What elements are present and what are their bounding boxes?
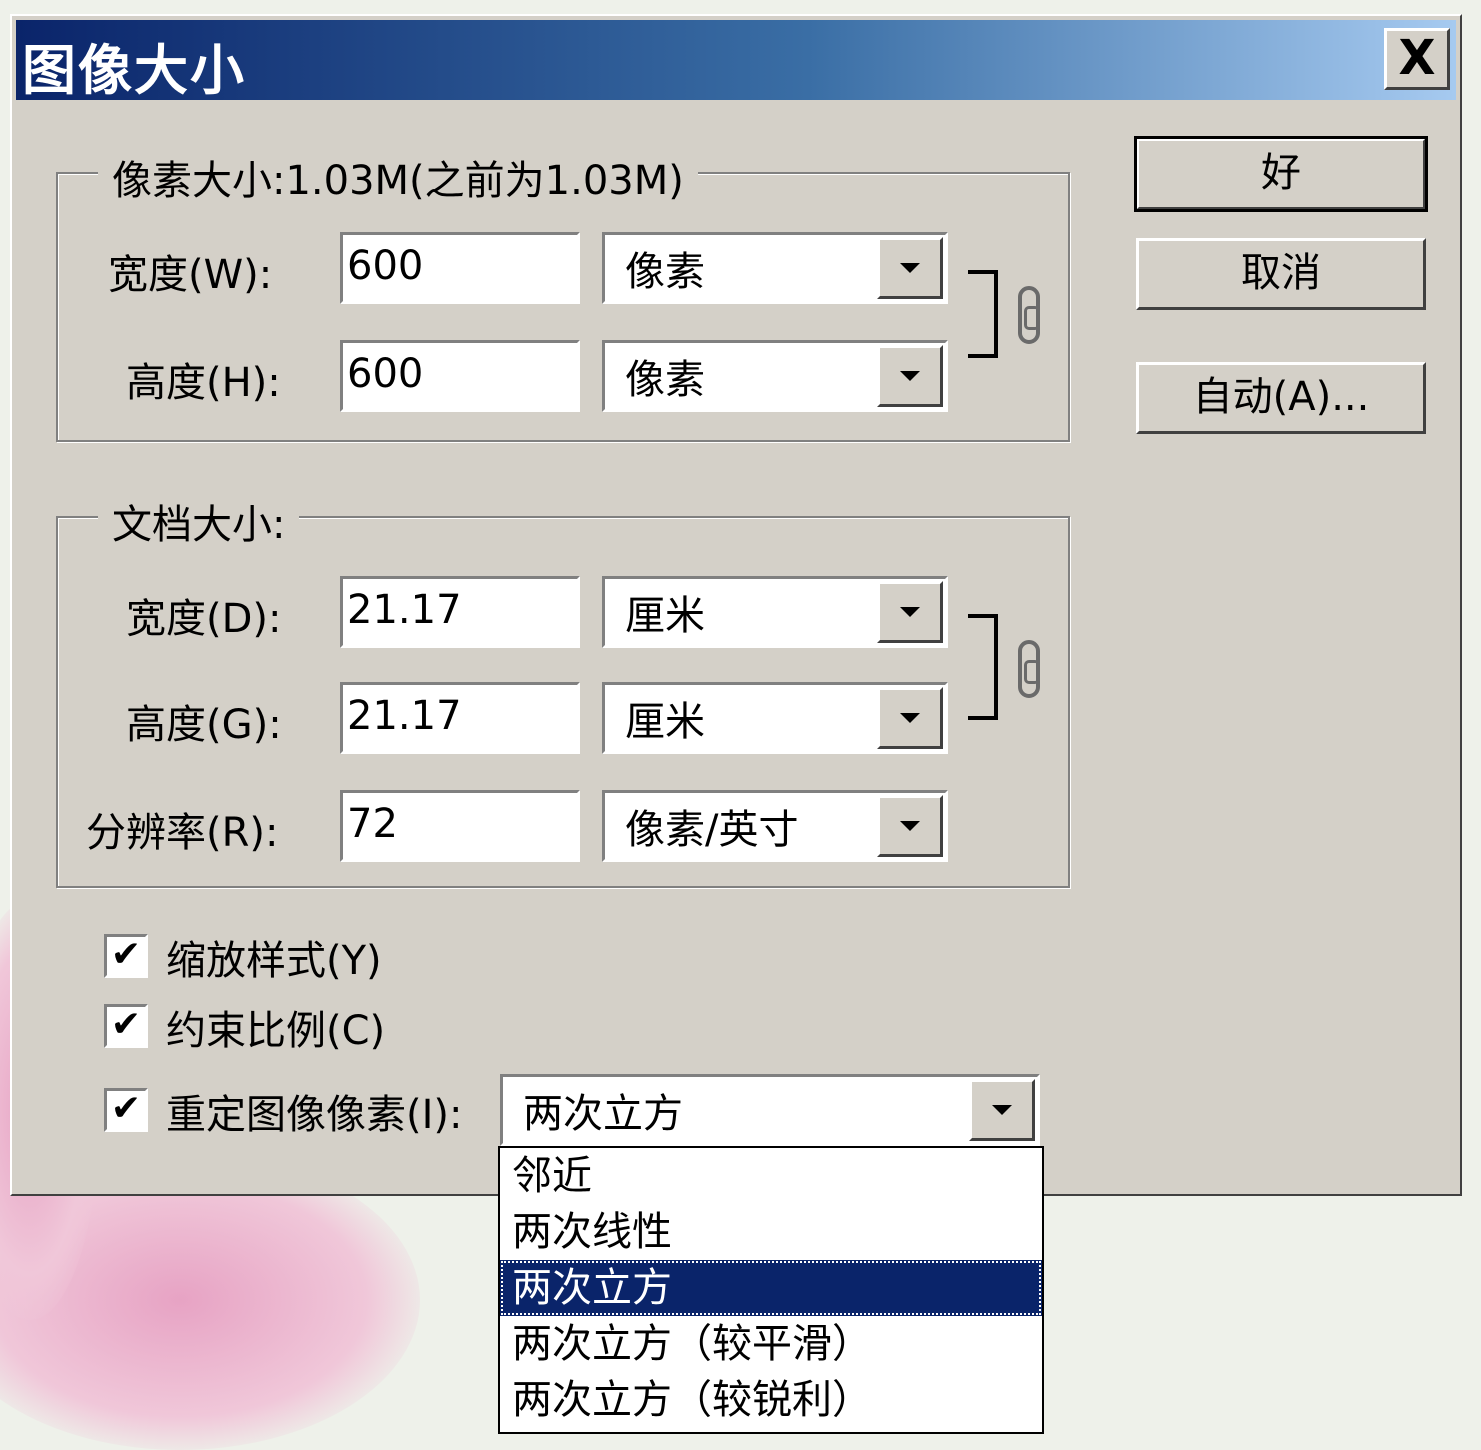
- resample-method-value: 两次立方: [523, 1091, 683, 1137]
- resolution-unit-select[interactable]: 像素/英寸: [602, 790, 948, 862]
- pixel-dimensions-legend: 像素大小:1.03M(之前为1.03M): [98, 148, 698, 206]
- chevron-down-icon: [900, 371, 920, 381]
- cancel-button[interactable]: 取消: [1136, 238, 1426, 310]
- chevron-down-icon: [992, 1105, 1012, 1115]
- resolution-unit-value: 像素/英寸: [625, 807, 799, 853]
- dropdown-button[interactable]: [877, 687, 943, 749]
- pixel-width-input[interactable]: 600: [340, 232, 580, 304]
- pixel-width-label: 宽度(W):: [108, 252, 273, 298]
- chain-link-icon: [1018, 640, 1040, 698]
- pixel-height-unit-value: 像素: [625, 357, 705, 403]
- dropdown-button[interactable]: [877, 581, 943, 643]
- doc-width-input[interactable]: 21.17: [340, 576, 580, 648]
- chevron-down-icon: [900, 713, 920, 723]
- pixel-width-unit-value: 像素: [625, 249, 705, 295]
- list-item[interactable]: 两次立方（较平滑）: [500, 1316, 1042, 1372]
- doc-link-bracket: [968, 614, 998, 720]
- scale-styles-checkbox[interactable]: ✔: [104, 934, 148, 978]
- resolution-label: 分辨率(R):: [86, 810, 279, 856]
- doc-width-unit-value: 厘米: [625, 593, 705, 639]
- doc-height-label: 高度(G):: [126, 702, 282, 748]
- list-item[interactable]: 邻近: [500, 1148, 1042, 1204]
- dialog-title: 图像大小: [22, 39, 246, 102]
- pixel-height-unit-select[interactable]: 像素: [602, 340, 948, 412]
- list-item[interactable]: 两次线性: [500, 1204, 1042, 1260]
- resample-label: 重定图像像素(I):: [166, 1092, 463, 1138]
- document-size-legend: 文档大小:: [98, 492, 300, 550]
- list-item[interactable]: 两次立方（较锐利）: [500, 1372, 1042, 1428]
- doc-height-unit-value: 厘米: [625, 699, 705, 745]
- dropdown-button[interactable]: [969, 1079, 1035, 1141]
- dropdown-button[interactable]: [877, 795, 943, 857]
- dropdown-button[interactable]: [877, 345, 943, 407]
- pixel-height-label: 高度(H):: [126, 360, 281, 406]
- resample-method-select[interactable]: 两次立方: [500, 1074, 1040, 1146]
- pixel-width-unit-select[interactable]: 像素: [602, 232, 948, 304]
- close-button[interactable]: X: [1384, 28, 1450, 90]
- image-size-dialog: 图像大小 X 像素大小:1.03M(之前为1.03M) 宽度(W): 600 像…: [10, 14, 1462, 1196]
- list-item[interactable]: 两次立方: [500, 1260, 1042, 1316]
- dropdown-button[interactable]: [877, 237, 943, 299]
- constrain-proportions-label: 约束比例(C): [166, 1008, 386, 1054]
- chain-link-icon: [1018, 286, 1040, 344]
- doc-height-unit-select[interactable]: 厘米: [602, 682, 948, 754]
- doc-height-input[interactable]: 21.17: [340, 682, 580, 754]
- resample-checkbox[interactable]: ✔: [104, 1088, 148, 1132]
- doc-width-unit-select[interactable]: 厘米: [602, 576, 948, 648]
- constrain-proportions-checkbox[interactable]: ✔: [104, 1004, 148, 1048]
- pixel-link-bracket: [968, 270, 998, 358]
- auto-button[interactable]: 自动(A)...: [1136, 362, 1426, 434]
- chevron-down-icon: [900, 263, 920, 273]
- ok-button[interactable]: 好: [1134, 136, 1428, 212]
- chevron-down-icon: [900, 607, 920, 617]
- chevron-down-icon: [900, 821, 920, 831]
- scale-styles-label: 缩放样式(Y): [166, 938, 382, 984]
- pixel-height-input[interactable]: 600: [340, 340, 580, 412]
- doc-width-label: 宽度(D):: [126, 596, 282, 642]
- resample-method-dropdown-list: 邻近 两次线性 两次立方 两次立方（较平滑） 两次立方（较锐利）: [498, 1146, 1044, 1434]
- title-bar[interactable]: 图像大小 X: [16, 20, 1456, 102]
- resolution-input[interactable]: 72: [340, 790, 580, 862]
